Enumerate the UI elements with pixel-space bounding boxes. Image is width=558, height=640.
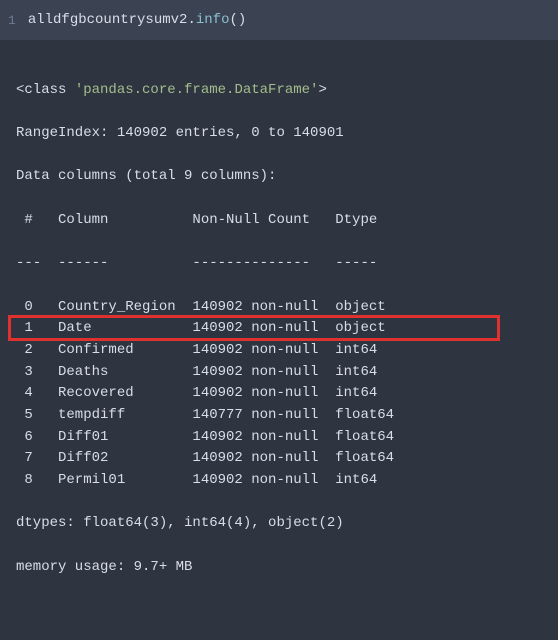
table-row: 7 Diff02 140902 non-null float64 <box>16 448 542 470</box>
dtypes-line: dtypes: float64(3), int64(4), object(2) <box>16 513 542 535</box>
memory-line: memory usage: 9.7+ MB <box>16 557 542 579</box>
rows-container: 0 Country_Region 140902 non-null object … <box>16 297 542 492</box>
data-columns-line: Data columns (total 9 columns): <box>16 166 542 188</box>
column-divider: --- ------ -------------- ----- <box>16 253 542 275</box>
column-header: # Column Non-Null Count Dtype <box>16 210 542 232</box>
table-row: 6 Diff01 140902 non-null float64 <box>16 427 542 449</box>
table-row: 5 tempdiff 140777 non-null float64 <box>16 405 542 427</box>
table-row: 2 Confirmed 140902 non-null int64 <box>16 340 542 362</box>
code-parens: () <box>229 12 246 28</box>
table-row: 0 Country_Region 140902 non-null object <box>16 297 542 319</box>
range-index-line: RangeIndex: 140902 entries, 0 to 140901 <box>16 123 542 145</box>
code-method: info <box>196 12 230 28</box>
table-row: 3 Deaths 140902 non-null int64 <box>16 362 542 384</box>
output-area: <class 'pandas.core.frame.DataFrame'> Ra… <box>0 40 558 640</box>
line-number: 1 <box>8 13 16 28</box>
table-row: 8 Permil01 140902 non-null int64 <box>16 470 542 492</box>
code-cell[interactable]: 1 alldfgbcountrysumv2.info() <box>0 0 558 40</box>
code-line: alldfgbcountrysumv2.info() <box>28 12 246 28</box>
code-variable: alldfgbcountrysumv2 <box>28 12 188 28</box>
table-row: 1 Date 140902 non-null object <box>16 318 542 340</box>
table-row: 4 Recovered 140902 non-null int64 <box>16 383 542 405</box>
class-line: <class 'pandas.core.frame.DataFrame'> <box>16 80 542 102</box>
